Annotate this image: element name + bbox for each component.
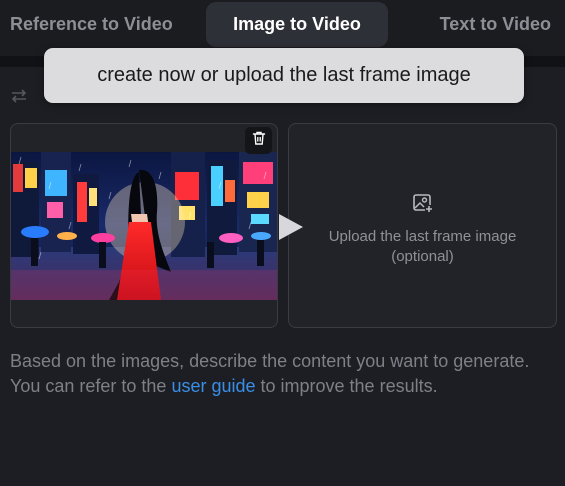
- play-arrow-icon: [275, 212, 305, 247]
- last-frame-upload-card[interactable]: Upload the last frame image (optional): [288, 123, 557, 328]
- image-add-icon: [412, 192, 434, 219]
- upload-label: Upload the last frame image: [328, 228, 517, 245]
- delete-image-button[interactable]: [245, 127, 272, 154]
- upload-optional-label: (optional): [391, 248, 454, 265]
- swap-arrows-icon[interactable]: [10, 88, 28, 109]
- tab-image-to-video[interactable]: Image to Video: [206, 2, 388, 47]
- tooltip: create now or upload the last frame imag…: [44, 48, 524, 103]
- tooltip-text: create now or upload the last frame imag…: [97, 64, 471, 86]
- first-frame-card: [10, 123, 278, 328]
- first-frame-image: [11, 152, 277, 300]
- user-guide-link[interactable]: user guide: [171, 376, 255, 396]
- prompt-description: Based on the images, describe the conten…: [10, 349, 530, 399]
- trash-icon: [251, 130, 267, 151]
- frame-controls: [10, 86, 28, 110]
- tab-reference-to-video[interactable]: Reference to Video: [0, 2, 190, 47]
- description-text-end: to improve the results.: [255, 376, 438, 396]
- tab-text-to-video[interactable]: Text to Video: [420, 2, 565, 47]
